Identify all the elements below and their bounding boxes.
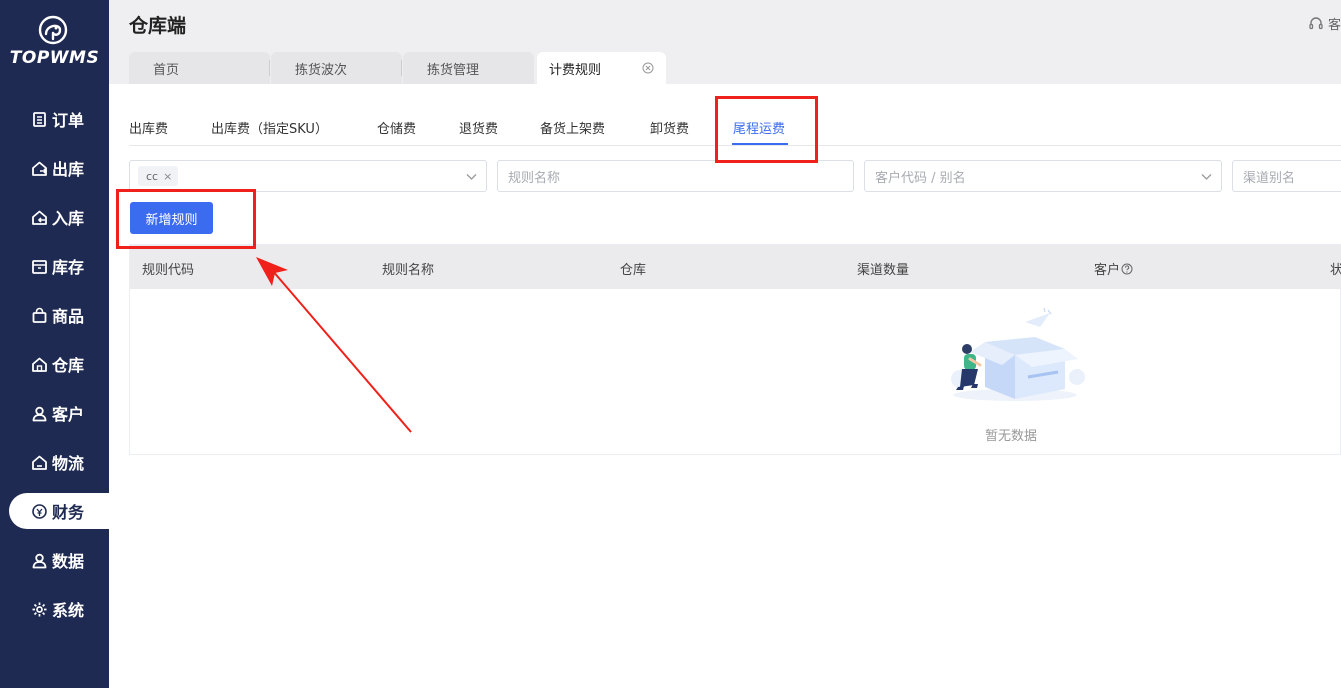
top-header: 仓库端 客 首页 拣货波次 拣货管理 计费规则 xyxy=(109,0,1341,84)
finance-icon xyxy=(32,503,47,519)
gear-icon xyxy=(32,602,47,616)
col-customer-label: 客户 xyxy=(1094,263,1121,278)
subtab-unloading-fee[interactable]: 卸货费 xyxy=(650,118,689,137)
sidebar-item-label: 仓库 xyxy=(52,356,85,375)
inbound-icon xyxy=(32,210,47,225)
sidebar-item-label: 库存 xyxy=(52,258,85,277)
warehouse-tag-label: cc xyxy=(146,169,159,183)
sidebar-item-label: 物流 xyxy=(52,454,85,473)
sidebar-item-outbound[interactable]: 出库 xyxy=(9,150,109,186)
data-icon xyxy=(32,553,47,568)
col-status: 状 xyxy=(1330,263,1341,278)
tab-home[interactable]: 首页 xyxy=(129,52,270,84)
sidebar-item-label: 入库 xyxy=(52,209,85,228)
sidebar-item-orders[interactable]: 订单 xyxy=(9,101,109,137)
subtab-outbound-fee[interactable]: 出库费 xyxy=(129,118,168,137)
tab-label: 计费规则 xyxy=(549,62,602,78)
empty-state-text: 暂无数据 xyxy=(985,429,1038,444)
brand-name: TOPWMS xyxy=(9,48,100,68)
sidebar-item-inbound[interactable]: 入库 xyxy=(9,199,109,235)
chevron-down-icon xyxy=(466,174,477,180)
subtab-outbound-fee-sku[interactable]: 出库费（指定SKU） xyxy=(211,118,328,137)
sidebar-item-inventory[interactable]: 库存 xyxy=(9,248,109,284)
col-customer: 客户 xyxy=(1094,259,1133,278)
sidebar-item-label: 数据 xyxy=(52,552,85,571)
bag-icon xyxy=(32,307,47,323)
sidebar-item-label: 财务 xyxy=(52,503,85,522)
tag-remove-icon[interactable]: × xyxy=(163,170,172,183)
headset-icon xyxy=(1309,16,1323,29)
rule-name-placeholder: 规则名称 xyxy=(508,170,561,186)
tab-label: 拣货管理 xyxy=(427,62,480,78)
subtab-storage-fee[interactable]: 仓储费 xyxy=(377,118,416,137)
col-rule-code: 规则代码 xyxy=(142,263,195,278)
page-tabs: 首页 拣货波次 拣货管理 计费规则 xyxy=(129,52,667,84)
tab-separator xyxy=(401,60,402,76)
sidebar-item-data[interactable]: 数据 xyxy=(9,542,109,578)
col-channel-count: 渠道数量 xyxy=(857,263,910,278)
rules-table: 规则代码 规则名称 仓库 渠道数量 客户 状 暂无数据 xyxy=(129,244,1341,455)
logistics-icon xyxy=(32,455,47,470)
header-right-label: 客 xyxy=(1327,18,1341,33)
col-warehouse: 仓库 xyxy=(620,263,647,278)
tab-picking-wave[interactable]: 拣货波次 xyxy=(271,52,402,84)
user-icon xyxy=(32,406,47,421)
outbound-icon xyxy=(32,161,48,176)
annotation-highlight-add-button xyxy=(116,189,256,249)
sidebar-item-customers[interactable]: 客户 xyxy=(9,395,109,431)
sidebar-item-warehouse[interactable]: 仓库 xyxy=(9,346,109,382)
annotation-highlight-last-mile-tab xyxy=(715,96,818,163)
logo[interactable]: TOPWMS xyxy=(0,0,109,84)
warehouse-icon xyxy=(32,357,47,372)
sidebar-item-label: 出库 xyxy=(52,160,85,179)
customer-placeholder: 客户代码 / 别名 xyxy=(875,170,966,186)
channel-placeholder: 渠道别名 xyxy=(1243,170,1296,186)
sidebar-item-system[interactable]: 系统 xyxy=(9,591,109,627)
main-content: 出库费 出库费（指定SKU） 仓储费 退货费 备货上架费 卸货费 尾程运费 cc… xyxy=(109,84,1341,688)
customer-select[interactable]: 客户代码 / 别名 xyxy=(864,160,1222,192)
inventory-icon xyxy=(32,259,47,274)
empty-box-illustration xyxy=(951,307,1085,401)
sidebar-item-logistics[interactable]: 物流 xyxy=(9,444,109,480)
warehouse-select[interactable]: cc × xyxy=(129,160,487,192)
sidebar-item-label: 客户 xyxy=(52,405,85,424)
customer-service[interactable]: 客 xyxy=(1308,14,1341,33)
elephant-logo-icon xyxy=(38,15,68,45)
tab-label: 拣货波次 xyxy=(295,62,348,78)
warehouse-tag: cc × xyxy=(138,166,179,186)
sidebar-item-label: 订单 xyxy=(52,111,85,130)
sidebar-item-products[interactable]: 商品 xyxy=(9,297,109,333)
sidebar: TOPWMS 订单 出库 入库 库存 商品 仓库 客户 物流 财务 数据 系统 xyxy=(0,0,109,688)
chevron-down-icon xyxy=(1201,174,1212,180)
subtab-stocking-fee[interactable]: 备货上架费 xyxy=(540,118,605,137)
subtab-return-fee[interactable]: 退货费 xyxy=(459,118,498,137)
question-icon[interactable] xyxy=(1121,263,1133,275)
sidebar-item-label: 系统 xyxy=(52,601,85,620)
close-icon[interactable] xyxy=(642,62,654,74)
tab-separator xyxy=(269,60,270,76)
col-rule-name: 规则名称 xyxy=(382,263,435,278)
rule-name-input[interactable]: 规则名称 xyxy=(497,160,854,192)
sidebar-item-finance[interactable]: 财务 xyxy=(9,493,109,529)
page-title: 仓库端 xyxy=(129,15,187,37)
tab-picking-management[interactable]: 拣货管理 xyxy=(403,52,534,84)
sidebar-item-label: 商品 xyxy=(52,307,85,326)
document-icon xyxy=(33,111,46,127)
tab-label: 首页 xyxy=(153,62,180,78)
table-header: 规则代码 规则名称 仓库 渠道数量 客户 状 xyxy=(130,245,1341,289)
tab-billing-rules[interactable]: 计费规则 xyxy=(537,52,666,84)
channel-alias-input[interactable]: 渠道别名 xyxy=(1232,160,1341,192)
